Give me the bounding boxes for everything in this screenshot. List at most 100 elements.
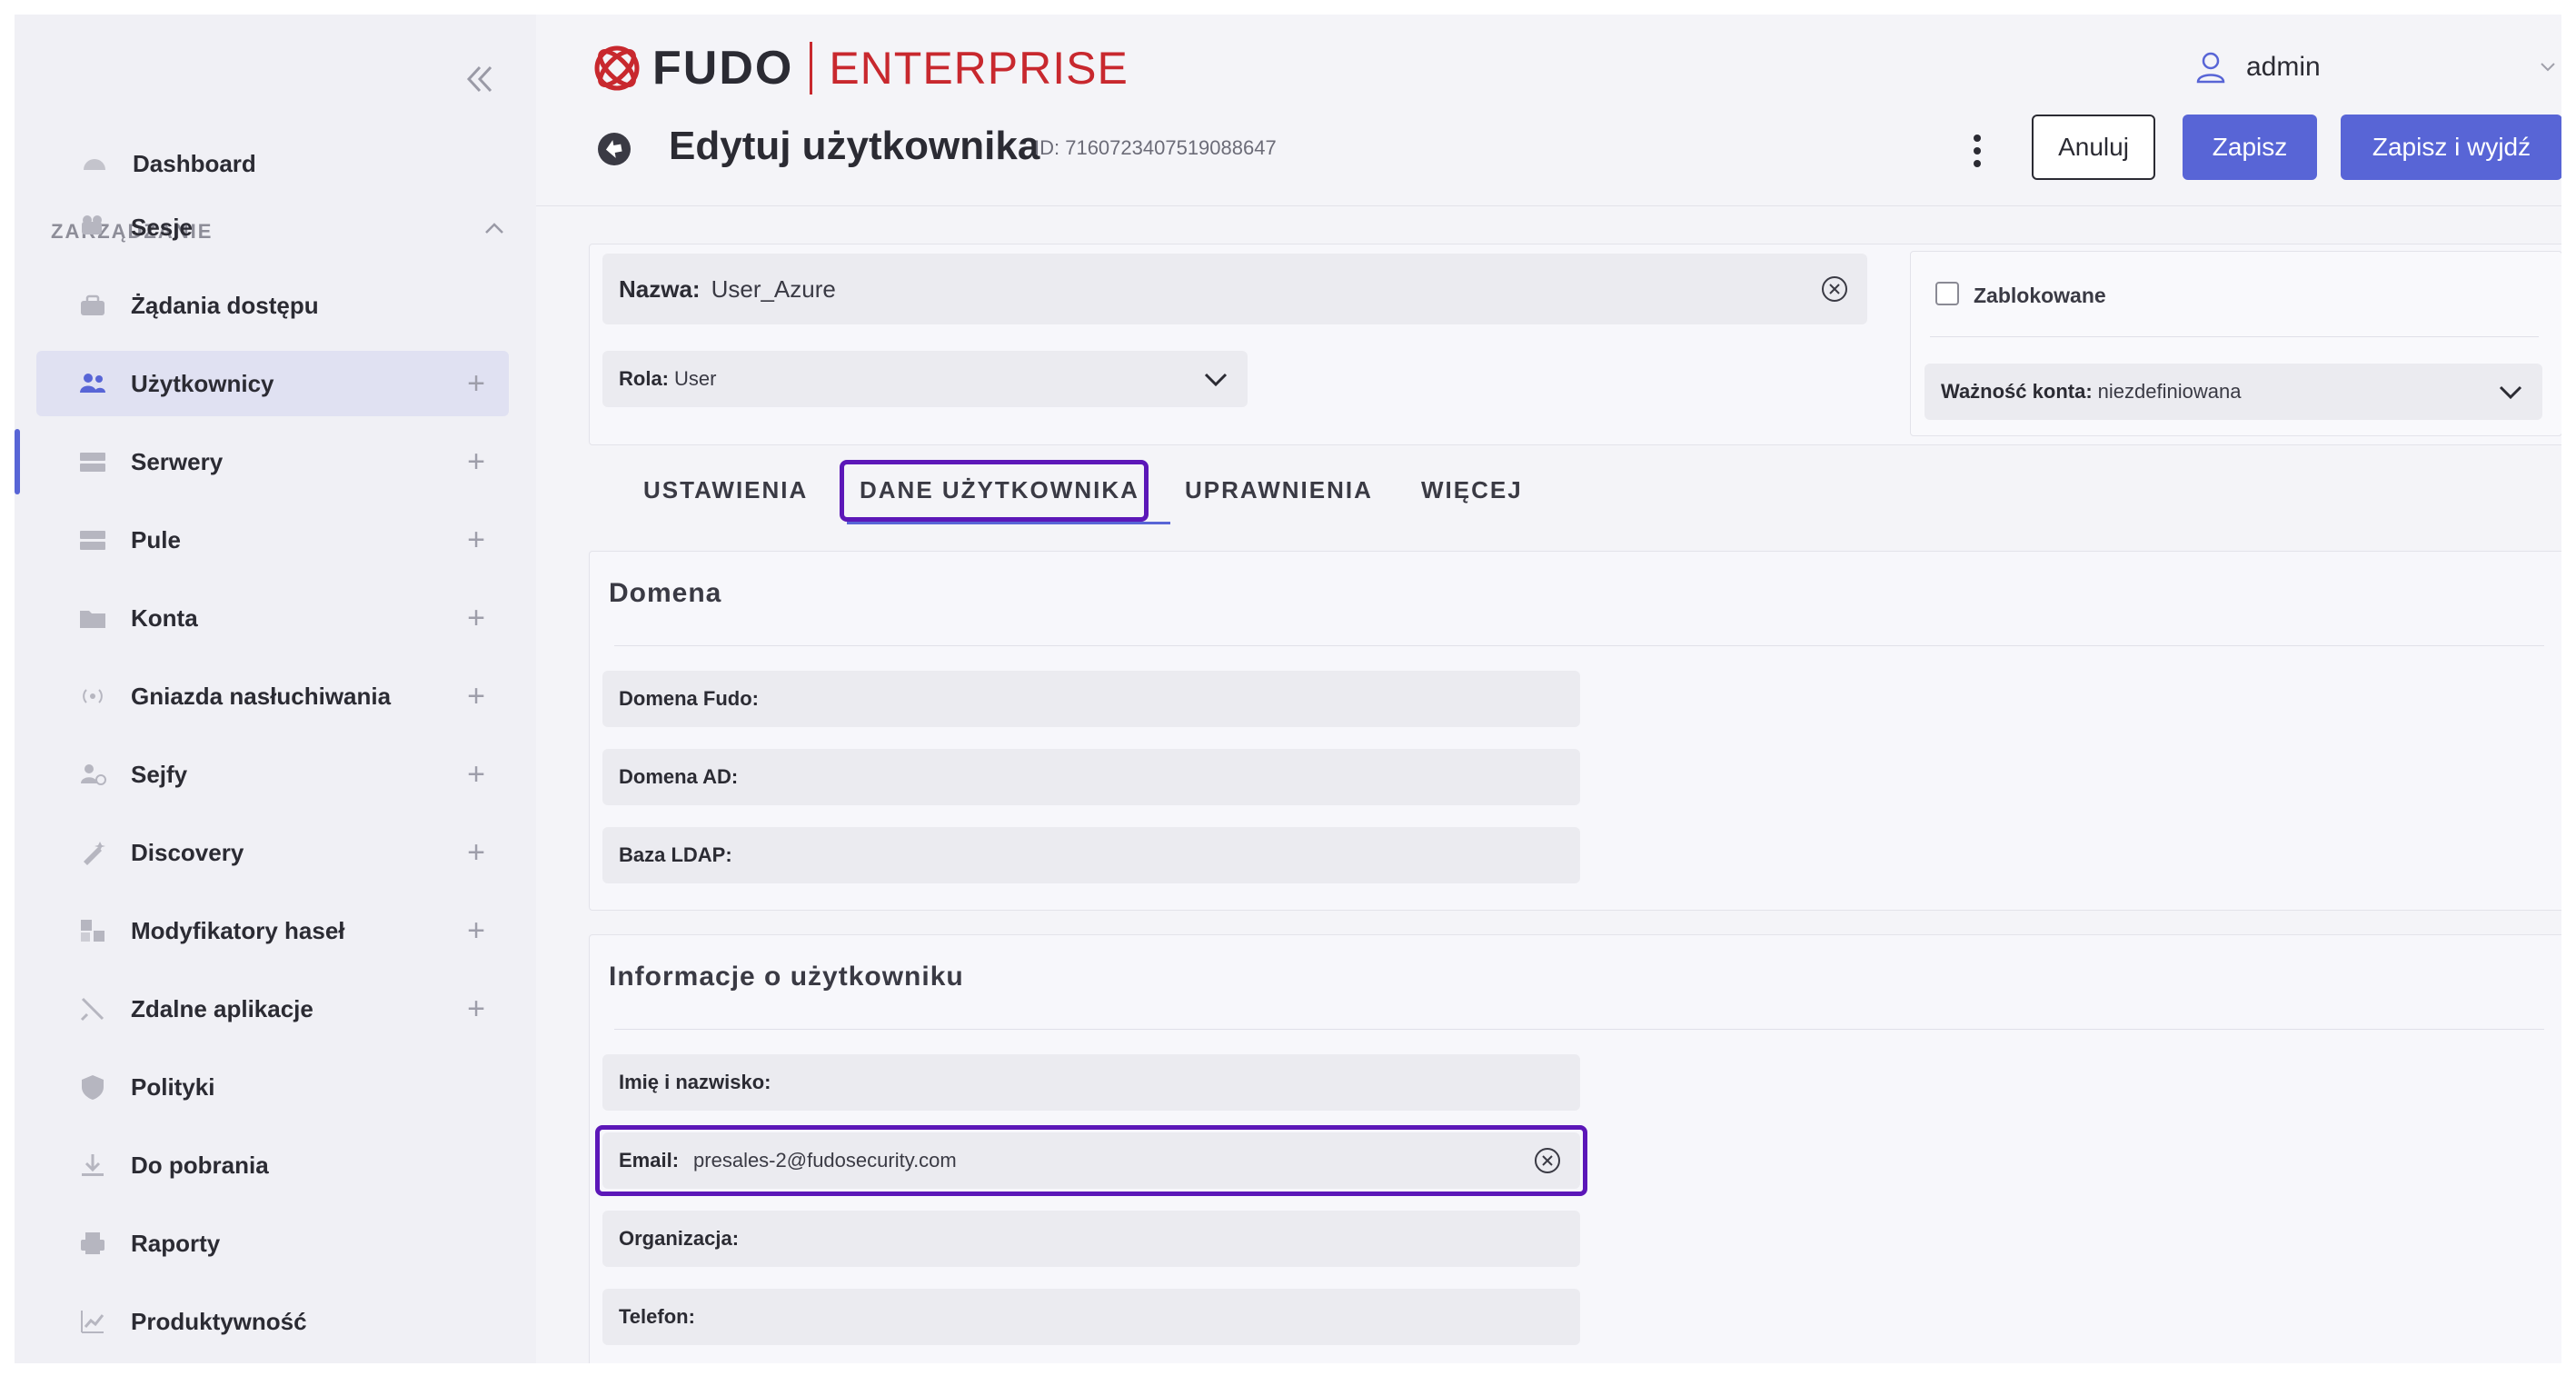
add-icon[interactable]: + xyxy=(467,600,485,636)
field-label: Baza LDAP: xyxy=(619,843,732,866)
save-button[interactable]: Zapisz xyxy=(2183,115,2317,180)
sidebar-item-users[interactable]: Użytkownicy + xyxy=(36,351,509,416)
active-indicator xyxy=(15,429,20,494)
sidebar-item-listeners[interactable]: Gniazda nasłuchiwania + xyxy=(36,663,509,729)
divider xyxy=(1930,336,2539,337)
add-icon[interactable]: + xyxy=(467,834,485,871)
back-icon[interactable] xyxy=(596,131,632,167)
full-name-field[interactable]: Imię i nazwisko: xyxy=(602,1054,1580,1111)
add-icon[interactable]: + xyxy=(467,991,485,1027)
fudo-logo: FUDO ENTERPRISE xyxy=(589,36,1129,100)
servers-icon xyxy=(75,444,111,480)
more-options-icon[interactable] xyxy=(1968,131,1986,171)
ad-domain-field[interactable]: Domena AD: xyxy=(602,749,1580,805)
account-validity-select[interactable]: Ważność konta: niezdefiniowana xyxy=(1925,364,2542,420)
sidebar-item-label: Pule xyxy=(131,525,181,553)
organization-field[interactable]: Organizacja: xyxy=(602,1211,1580,1267)
page-title: Edytuj użytkownika xyxy=(669,124,1040,168)
sidebar-item-label: Zdalne aplikacje xyxy=(131,994,313,1022)
highlight-box xyxy=(595,1125,1587,1196)
sidebar-item-label: Modyfikatory haseł xyxy=(131,916,345,944)
safes-icon xyxy=(75,756,111,793)
sidebar-item-pools[interactable]: Pule + xyxy=(36,507,509,573)
remote-apps-icon xyxy=(75,991,111,1027)
clear-icon[interactable] xyxy=(1820,274,1849,304)
field-label: Organizacja: xyxy=(619,1227,740,1250)
product-name: ENTERPRISE xyxy=(829,43,1129,94)
sidebar-item-reports[interactable]: Raporty xyxy=(36,1211,509,1276)
user-menu[interactable]: admin xyxy=(2195,51,2321,84)
add-icon[interactable]: + xyxy=(467,444,485,480)
sidebar-item-safes[interactable]: Sejfy + xyxy=(36,742,509,807)
sidebar-item-accounts[interactable]: Konta + xyxy=(36,585,509,651)
validity-label: Ważność konta: xyxy=(1941,380,2093,403)
chevron-down-icon xyxy=(1204,373,1228,387)
tab-more[interactable]: WIĘCEJ xyxy=(1421,476,1523,504)
users-icon xyxy=(75,365,111,402)
tab-settings[interactable]: USTAWIENIA xyxy=(643,476,808,504)
reports-icon xyxy=(75,1225,111,1261)
password-changers-icon xyxy=(75,912,111,949)
record-id: ID: 7160723407519088647 xyxy=(1034,136,1277,159)
field-label: Telefon: xyxy=(619,1305,695,1328)
productivity-icon xyxy=(75,1303,111,1340)
logo-divider xyxy=(810,42,813,95)
sidebar-item-servers[interactable]: Serwery + xyxy=(36,429,509,494)
field-label: Imię i nazwisko: xyxy=(619,1071,771,1093)
sidebar-item-remote-apps[interactable]: Zdalne aplikacje + xyxy=(36,976,509,1042)
tab-permissions[interactable]: UPRAWNIENIA xyxy=(1185,476,1373,504)
role-label: Rola: xyxy=(619,367,669,390)
validity-value: niezdefiniowana xyxy=(2097,380,2242,403)
role-select[interactable]: Rola: User xyxy=(602,351,1248,407)
name-field[interactable]: Nazwa: User_Azure xyxy=(602,254,1867,324)
field-label: Domena Fudo: xyxy=(619,687,759,710)
sidebar-item-label: Discovery xyxy=(131,838,244,866)
downloads-icon xyxy=(75,1147,111,1183)
collapse-sidebar-icon[interactable] xyxy=(456,56,502,102)
sidebar-item-sessions[interactable]: Sesje xyxy=(36,194,509,260)
sidebar-item-downloads[interactable]: Do pobrania xyxy=(36,1132,509,1198)
sidebar-item-dashboard[interactable]: Dashboard xyxy=(36,131,509,196)
fudo-domain-field[interactable]: Domena Fudo: xyxy=(602,671,1580,727)
blocked-label: Zablokowane xyxy=(1974,284,2106,307)
sidebar-item-label: Polityki xyxy=(131,1072,215,1101)
sidebar-item-password-changers[interactable]: Modyfikatory haseł + xyxy=(36,898,509,963)
sidebar-item-label: Żądania dostępu xyxy=(131,291,319,319)
section-title: Domena xyxy=(609,578,722,608)
blocked-checkbox[interactable] xyxy=(1935,282,1959,305)
chevron-down-icon[interactable] xyxy=(2539,60,2557,73)
listeners-icon xyxy=(75,678,111,714)
save-and-exit-button[interactable]: Zapisz i wyjdź xyxy=(2341,115,2561,180)
discovery-icon xyxy=(75,834,111,871)
add-icon[interactable]: + xyxy=(467,522,485,558)
sidebar-item-label: Produktywność xyxy=(131,1307,307,1335)
sidebar-item-label: Do pobrania xyxy=(131,1151,269,1179)
sessions-icon xyxy=(75,209,111,245)
phone-field[interactable]: Telefon: xyxy=(602,1289,1580,1345)
sidebar-item-label: Gniazda nasłuchiwania xyxy=(131,682,392,710)
sidebar-item-label: Sejfy xyxy=(131,760,188,788)
access-requests-icon xyxy=(75,287,111,324)
add-icon[interactable]: + xyxy=(467,365,485,402)
ldap-base-field[interactable]: Baza LDAP: xyxy=(602,827,1580,883)
add-icon[interactable]: + xyxy=(467,912,485,949)
sidebar-item-label: Sesje xyxy=(131,213,193,241)
name-value: User_Azure xyxy=(711,274,836,303)
accounts-icon xyxy=(75,600,111,636)
sidebar-item-label: Dashboard xyxy=(133,149,256,177)
dashboard-icon xyxy=(76,145,113,182)
cancel-button[interactable]: Anuluj xyxy=(2032,115,2155,180)
fudo-logo-icon xyxy=(594,45,640,91)
sidebar-item-access-requests[interactable]: Żądania dostępu xyxy=(36,273,509,338)
add-icon[interactable]: + xyxy=(467,678,485,714)
user-icon xyxy=(2196,52,2225,84)
user-name: admin xyxy=(2246,52,2321,82)
sidebar-item-productivity[interactable]: Produktywność xyxy=(36,1289,509,1354)
field-label: Domena AD: xyxy=(619,765,739,788)
header-divider xyxy=(536,205,2561,206)
section-title: Informacje o użytkowniku xyxy=(609,962,964,992)
sidebar-item-policies[interactable]: Polityki xyxy=(36,1054,509,1120)
sidebar-item-discovery[interactable]: Discovery + xyxy=(36,820,509,885)
sidebar-item-label: Raporty xyxy=(131,1229,221,1257)
add-icon[interactable]: + xyxy=(467,756,485,793)
